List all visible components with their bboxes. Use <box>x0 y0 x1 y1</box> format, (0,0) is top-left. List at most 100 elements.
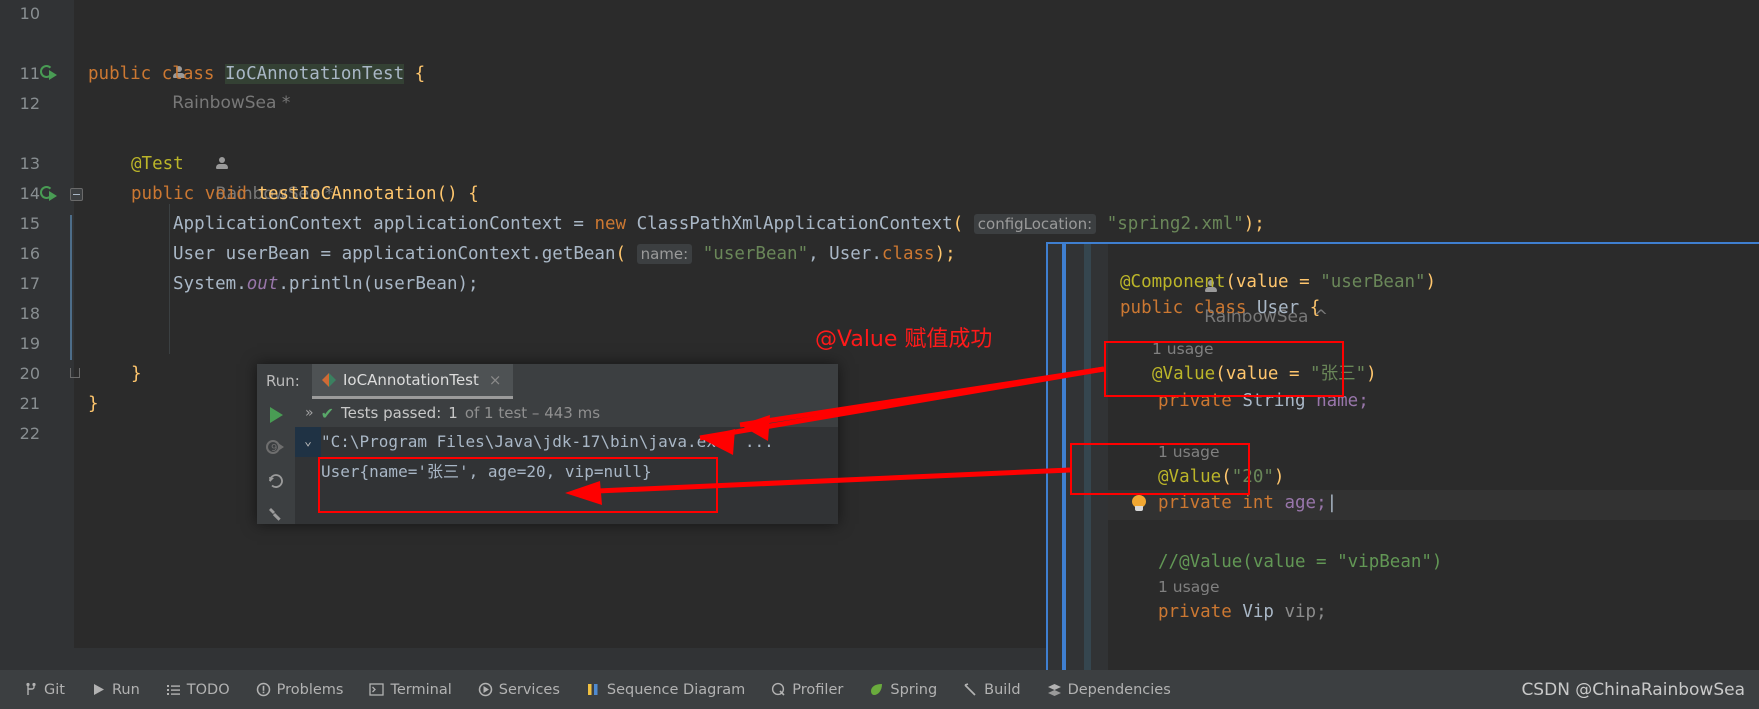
ide-window: 10 11 12 13 14 15 16 17 18 19 20 21 22 R… <box>0 0 1759 709</box>
code-line-17: System.out.println(userBean); <box>173 269 479 299</box>
status-item-label: Dependencies <box>1067 681 1171 698</box>
class-name-ioc: IoCAnnotationTest <box>225 64 405 84</box>
component-args-open: (value = <box>1225 272 1321 292</box>
line-number: 13 <box>19 154 40 173</box>
user-class-editor-panel[interactable]: RainbowSea ^ @Component(value = "userBea… <box>1046 242 1759 670</box>
status-item-build[interactable]: Build <box>950 670 1033 709</box>
run-tab-iocannotationtest[interactable]: IoCAnnotationTest × <box>312 364 514 399</box>
tests-duration: of 1 test – 443 ms <box>464 404 601 422</box>
author-annotation-class: RainbowSea * <box>88 28 290 113</box>
console-line-output: User{name='张三', age=20, vip=null} <box>321 462 652 481</box>
rerun-button[interactable] <box>266 405 288 427</box>
console-collapse-icon[interactable]: ⌄ <box>295 427 321 457</box>
run-play-icon <box>91 682 106 697</box>
println-call: .println(userBean); <box>278 274 479 294</box>
intention-bulb-icon[interactable] <box>1132 495 1146 512</box>
spring-leaf-icon <box>869 682 884 697</box>
kw-public: public <box>1120 298 1184 318</box>
run-window-body: » ✔ Tests passed: 1 of 1 test – 443 ms ⌄… <box>295 399 838 524</box>
kw-class: class <box>161 64 215 84</box>
status-bar[interactable]: Git Run TODO Problems Terminal Services … <box>0 670 1759 709</box>
annotation-value-name: @Value <box>1152 364 1216 384</box>
toggle-auto-test-button[interactable] <box>266 471 288 493</box>
code-line-value-name: @Value(value = "张三") <box>1152 359 1377 389</box>
test-settings-button[interactable] <box>266 504 288 526</box>
code-line-15: ApplicationContext applicationContext = … <box>173 209 1265 239</box>
status-item-label: Spring <box>890 681 938 698</box>
status-item-services[interactable]: Services <box>465 670 573 709</box>
expand-chevron-icon[interactable]: » <box>305 405 314 421</box>
class-name-user: User <box>1257 298 1300 318</box>
kw-class-literal: class <box>881 244 935 264</box>
build-hammer-icon <box>963 682 978 697</box>
run-test-method-icon[interactable] <box>40 185 60 205</box>
rerun-failed-tests-button[interactable]: 9 <box>266 437 288 459</box>
paren-open: ( <box>615 244 627 264</box>
person-icon <box>215 157 229 170</box>
param-hint-name: name: <box>636 244 693 264</box>
run-tab-label: IoCAnnotationTest <box>343 371 479 389</box>
line-number: 21 <box>19 394 40 413</box>
panel-scroll-strip[interactable] <box>1084 244 1091 670</box>
status-item-profiler[interactable]: Profiler <box>758 670 856 709</box>
brace-open: { <box>414 64 426 84</box>
status-item-sequence-diagram[interactable]: Sequence Diagram <box>573 670 758 709</box>
line-number: 22 <box>19 424 40 443</box>
run-test-class-icon[interactable] <box>40 64 60 84</box>
field-age: age; <box>1284 493 1327 513</box>
string-userbean: "userBean" <box>702 244 809 264</box>
annotation-value-age: @Value <box>1158 467 1222 487</box>
editor-gutter[interactable]: 10 11 12 13 14 15 16 17 18 19 20 21 22 <box>0 0 83 670</box>
line-number: 20 <box>19 364 40 383</box>
annotation-value-success-text: @Value 赋值成功 <box>815 327 993 352</box>
kw-void: void <box>204 184 247 204</box>
status-item-label: Problems <box>276 681 344 698</box>
value-age-string: "20" <box>1231 467 1274 487</box>
param-hint-configlocation: configLocation: <box>973 214 1097 234</box>
status-item-label: Run <box>111 681 140 698</box>
status-item-label: TODO <box>186 681 230 698</box>
console-line-command: "C:\Program Files\Java\jdk-17\bin\java.e… <box>321 432 774 451</box>
status-item-label: Services <box>498 681 560 698</box>
value-args-open: ( <box>1221 467 1232 487</box>
run-window-toolbar[interactable]: 9 <box>257 399 295 524</box>
close-icon[interactable]: × <box>489 371 502 389</box>
status-item-spring[interactable]: Spring <box>856 670 950 709</box>
status-item-run[interactable]: Run <box>78 670 153 709</box>
status-item-dependencies[interactable]: Dependencies <box>1034 670 1184 709</box>
check-icon: ✔ <box>320 403 334 423</box>
string-spring2xml: "spring2.xml" <box>1106 214 1244 234</box>
method-name: testIoCAnnotation <box>257 184 437 204</box>
decl-userbean: User userBean = applicationContext.getBe… <box>173 244 616 264</box>
line-number: 11 <box>19 64 40 83</box>
value-args-open: (value = <box>1215 364 1311 384</box>
status-item-problems[interactable]: Problems <box>243 670 357 709</box>
code-line-14: public void testIoCAnnotation() { <box>131 179 479 209</box>
run-tool-window[interactable]: Run: IoCAnnotationTest × 9 » ✔ Tests pas… <box>257 364 838 524</box>
status-item-git[interactable]: Git <box>10 670 78 709</box>
line-number: 17 <box>19 274 40 293</box>
method-scope-bar <box>70 215 72 360</box>
kw-int: int <box>1242 493 1274 513</box>
right-panel-gutter <box>1048 244 1108 670</box>
code-line-field-vip: private Vip vip; <box>1158 597 1327 627</box>
annotation-component: @Component <box>1120 272 1226 292</box>
watermark: CSDN @ChinaRainbowSea <box>1521 680 1745 700</box>
line-number: 16 <box>19 244 40 263</box>
console-output[interactable]: ⌄ "C:\Program Files\Java\jdk-17\bin\java… <box>295 427 838 524</box>
code-line-field-name: private String name; <box>1158 386 1369 416</box>
field-out: out <box>246 274 279 294</box>
status-item-terminal[interactable]: Terminal <box>356 670 464 709</box>
user-class-code[interactable]: RainbowSea ^ @Component(value = "userBea… <box>1108 244 1759 670</box>
status-item-label: Profiler <box>792 681 844 698</box>
dependencies-icon <box>1047 682 1062 697</box>
services-icon <box>478 682 493 697</box>
annotation-test: @Test <box>131 154 184 174</box>
value-args-close: ) <box>1366 364 1377 384</box>
editor-bottom-strip <box>0 648 1046 670</box>
status-item-todo[interactable]: TODO <box>153 670 243 709</box>
status-item-label: Sequence Diagram <box>606 681 746 698</box>
paren-close: ); <box>1243 214 1265 234</box>
status-item-label: Build <box>984 681 1021 698</box>
kw-public: public <box>131 184 195 204</box>
